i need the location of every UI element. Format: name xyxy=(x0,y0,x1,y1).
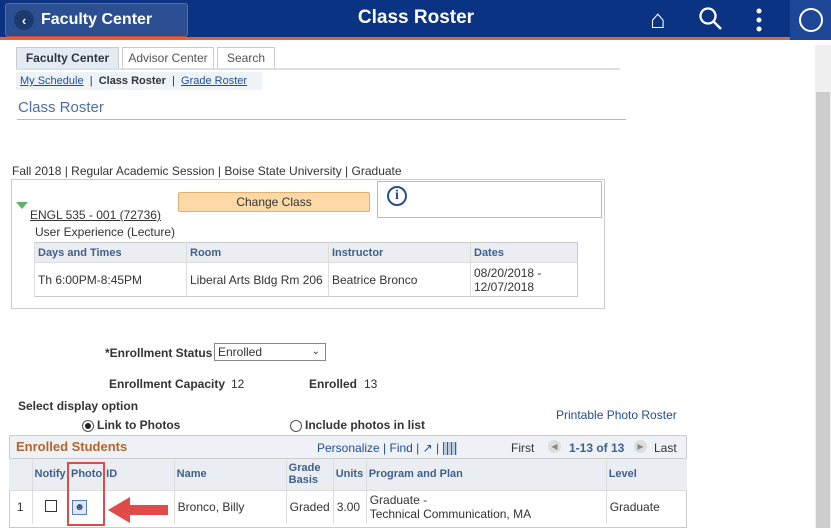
radio-selected-icon[interactable] xyxy=(82,419,94,432)
link-class-roster: Class Roster xyxy=(98,75,166,87)
plan: Technical Communication, MA xyxy=(369,507,532,522)
col-header: Dates xyxy=(470,242,578,263)
find-link[interactable]: Find xyxy=(390,441,413,455)
capacity-value: 12 xyxy=(231,377,245,391)
cell: 08/20/2018 - 12/07/2018 xyxy=(470,262,578,297)
collapse-triangle-icon[interactable] xyxy=(16,202,28,209)
class-link[interactable]: ENGL 535 - 001 (72736) xyxy=(30,208,161,222)
row-number: 1 xyxy=(9,489,32,524)
enrolled-label: Enrolled xyxy=(309,377,358,391)
chevron-down-icon: ⌄ xyxy=(311,346,320,357)
enrollment-status-label: *Enrollment Status xyxy=(105,346,213,360)
table-row: Th 6:00PM-8:45PM Liberal Arts Bldg Rm 206… xyxy=(34,262,578,297)
range-count: 1-13 of 13 xyxy=(569,441,625,455)
back-button[interactable]: ‹ Faculty Center xyxy=(5,3,188,37)
class-description: User Experience (Lecture) xyxy=(35,225,176,239)
col-header: Name xyxy=(173,459,287,490)
col-header: Units xyxy=(332,459,367,490)
col-header: Program and Plan xyxy=(365,459,607,490)
navbar-compass-icon[interactable] xyxy=(790,0,831,40)
grid-title: Enrolled Students xyxy=(16,439,128,454)
cell: Liberal Arts Bldg Rm 206 xyxy=(186,262,329,297)
annotation-highlight-box xyxy=(67,462,105,526)
cell-level: Graduate xyxy=(605,489,687,524)
col-header: Days and Times xyxy=(34,242,187,263)
printable-photo-roster-link[interactable]: Printable Photo Roster xyxy=(556,408,677,422)
cell: Beatrice Bronco xyxy=(328,262,471,297)
info-icon[interactable]: i xyxy=(387,186,407,206)
page-title: Class Roster xyxy=(18,99,104,116)
enrollment-status-select[interactable]: Enrolled ⌄ xyxy=(214,343,326,361)
back-label: Faculty Center xyxy=(41,11,153,28)
page-header-title: Class Roster xyxy=(357,7,475,28)
col-header: Level xyxy=(605,459,687,490)
annotation-arrow xyxy=(108,497,170,526)
scrollbar[interactable] xyxy=(815,45,831,528)
enrolled-value: 13 xyxy=(364,377,378,391)
change-class-button[interactable]: Change Class xyxy=(178,192,370,212)
cell-program: Graduate - Technical Communication, MA xyxy=(365,489,607,524)
radio-icon[interactable] xyxy=(290,419,302,432)
tab-advisor-center[interactable]: Advisor Center xyxy=(122,47,214,69)
personalize-link[interactable]: Personalize xyxy=(317,441,380,455)
link-grade-roster[interactable]: Grade Roster xyxy=(181,75,247,87)
radio-include-photos[interactable]: Include photos in list xyxy=(290,418,425,432)
radio-link-to-photos[interactable]: Link to Photos xyxy=(82,418,180,432)
next-arrow-icon[interactable]: ▶ xyxy=(634,439,647,454)
tab-faculty-center[interactable]: Faculty Center xyxy=(16,47,119,69)
chevron-left-icon: ‹ xyxy=(14,10,34,30)
col-header: ID xyxy=(104,459,175,490)
display-option-label: Select display option xyxy=(18,399,139,413)
grid-toolbar: Personalize | Find | ↗ | xyxy=(317,441,457,456)
tab-divider xyxy=(16,68,620,70)
select-value: Enrolled xyxy=(218,345,263,359)
cell-name: Bronco, Billy xyxy=(173,489,287,524)
search-icon[interactable] xyxy=(698,6,724,38)
more-vertical-icon[interactable] xyxy=(752,8,766,40)
breadcrumb: My Schedule | Class Roster | Grade Roste… xyxy=(16,72,262,90)
new-window-icon[interactable]: ↗ xyxy=(423,441,433,455)
prev-arrow-icon[interactable]: ◀ xyxy=(548,439,561,454)
notify-checkbox[interactable] xyxy=(44,499,57,512)
link-my-schedule[interactable]: My Schedule xyxy=(20,75,84,87)
capacity-label: Enrollment Capacity xyxy=(109,377,226,391)
home-icon[interactable]: ⌂ xyxy=(650,4,666,35)
cell: Th 6:00PM-8:45PM xyxy=(34,262,187,297)
col-header: Notify xyxy=(31,459,69,490)
last-label[interactable]: Last xyxy=(654,441,677,455)
radio-label: Link to Photos xyxy=(97,418,181,432)
col-header: Grade Basis xyxy=(285,459,334,490)
meeting-table: Days and Times Room Instructor Dates Th 6:0… xyxy=(34,242,578,297)
info-box: i xyxy=(377,181,602,218)
tab-search[interactable]: Search xyxy=(217,47,275,69)
cell-grade-basis: Graded xyxy=(285,489,334,524)
col-header: Room xyxy=(186,242,329,263)
divider xyxy=(17,119,626,120)
term-info: Fall 2018 | Regular Academic Session | B… xyxy=(12,164,402,178)
first-label[interactable]: First xyxy=(511,441,534,455)
cell-units: 3.00 xyxy=(332,489,367,524)
download-spreadsheet-icon[interactable] xyxy=(442,442,457,456)
program: Graduate - xyxy=(369,493,428,508)
col-header: Instructor xyxy=(328,242,471,263)
col-header xyxy=(9,459,32,490)
radio-label: Include photos in list xyxy=(305,418,425,432)
